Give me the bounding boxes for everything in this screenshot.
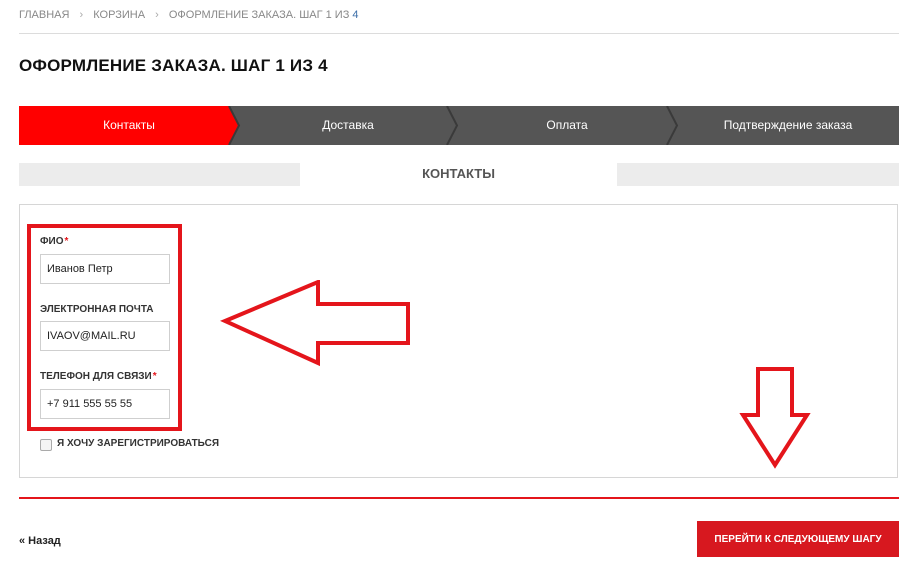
breadcrumb-current: ОФОРМЛЕНИЕ ЗАКАЗА. ШАГ 1 ИЗ 4 (169, 9, 359, 21)
back-link[interactable]: « Назад (19, 535, 61, 547)
arrow-down-icon (739, 367, 811, 469)
breadcrumb-separator: › (155, 9, 159, 22)
checkout-steps: Контакты Доставка Оплата Подтверждение з… (19, 106, 899, 145)
section-bar-right (617, 163, 899, 186)
step-delivery: Доставка (322, 118, 374, 132)
divider (19, 497, 899, 499)
breadcrumb-current-num: 4 (352, 9, 359, 22)
breadcrumb-home-link[interactable]: ГЛАВНАЯ (19, 9, 69, 21)
breadcrumb-cart-link[interactable]: КОРЗИНА (93, 9, 145, 21)
section-title: КОНТАКТЫ (422, 166, 495, 181)
step-confirmation: Подтверждение заказа (723, 118, 853, 132)
breadcrumb-separator: › (79, 9, 84, 22)
step-payment: Оплата (546, 118, 588, 132)
section-bar-left (19, 163, 300, 186)
register-checkbox-label[interactable]: Я ХОЧУ ЗАРЕГИСТРИРОВАТЬСЯ (57, 438, 219, 449)
page-title: ОФОРМЛЕНИЕ ЗАКАЗА. ШАГ 1 ИЗ 4 (19, 56, 328, 75)
breadcrumb: ГЛАВНАЯ › КОРЗИНА › ОФОРМЛЕНИЕ ЗАКАЗА. Ш… (19, 9, 359, 21)
next-step-button[interactable]: ПЕРЕЙТИ К СЛЕДУЮЩЕМУ ШАГУ (697, 521, 899, 557)
breadcrumb-current-text: ОФОРМЛЕНИЕ ЗАКАЗА. ШАГ 1 ИЗ (168, 9, 350, 22)
step-contacts: Контакты (103, 118, 155, 132)
divider (19, 33, 899, 34)
register-checkbox[interactable] (40, 439, 52, 451)
highlight-box (27, 224, 182, 431)
arrow-left-icon (220, 280, 410, 367)
